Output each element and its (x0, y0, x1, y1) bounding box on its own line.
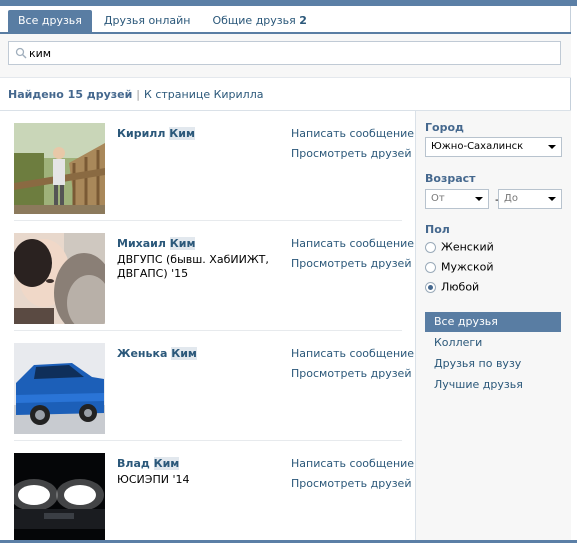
write-message-link[interactable]: Написать сообщение (291, 127, 414, 140)
last-name: Ким (169, 127, 195, 140)
friend-name[interactable]: Кирилл Ким (117, 127, 195, 140)
sex-option-female[interactable]: Женский (425, 240, 494, 254)
view-friends-link[interactable]: Просмотреть друзей (291, 147, 411, 160)
avatar[interactable] (14, 233, 105, 324)
first-name: Женька (117, 347, 168, 360)
first-name: Михаил (117, 237, 166, 250)
sex-option-label: Женский (441, 240, 494, 254)
write-message-link[interactable]: Написать сообщение (291, 347, 414, 360)
last-name: Ким (169, 237, 196, 250)
tab-mutual-friends[interactable]: Общие друзья 2 (202, 10, 316, 32)
search-input[interactable] (29, 44, 549, 62)
avatar[interactable] (14, 343, 105, 434)
tab-mutual-label: Общие друзья (212, 14, 296, 27)
view-friends-link[interactable]: Просмотреть друзей (291, 257, 411, 270)
age-label: Возраст (425, 172, 476, 185)
avatar[interactable] (14, 453, 105, 543)
age-from-select[interactable]: От (425, 189, 489, 209)
radio-button-selected[interactable] (425, 281, 436, 293)
tab-mutual-count: 2 (299, 14, 307, 27)
write-message-link[interactable]: Написать сообщение (291, 457, 414, 470)
chevron-down-icon (548, 197, 556, 201)
tab-all-friends[interactable]: Все друзья (8, 10, 92, 32)
city-select[interactable]: Южно-Сахалинск (425, 137, 562, 157)
chevron-down-icon (548, 145, 556, 149)
sex-option-male[interactable]: Мужской (425, 260, 493, 274)
radio-button[interactable] (425, 241, 436, 253)
sex-label: Пол (425, 223, 450, 236)
last-name: Ким (171, 347, 197, 360)
menu-all-friends[interactable]: Все друзья (425, 312, 561, 332)
sex-option-label: Любой (441, 280, 480, 294)
education-info: ДВГУПС (бывш. ХабИИЖТ, ДВГАПС) '15 (117, 253, 269, 280)
chevron-down-icon (475, 197, 483, 201)
friend-name[interactable]: Влад Ким (117, 457, 180, 470)
age-from-value: От (431, 193, 445, 204)
avatar[interactable] (14, 123, 105, 214)
view-friends-link[interactable]: Просмотреть друзей (291, 367, 411, 380)
city-value: Южно-Сахалинск (431, 141, 524, 152)
search-area (0, 34, 571, 78)
age-to-select[interactable]: До (498, 189, 562, 209)
friend-name[interactable]: Женька Ким (117, 347, 197, 360)
list-item: Влад Ким ЮСИЭПИ '14 Написать сообщение П… (14, 441, 414, 543)
tab-friends-online[interactable]: Друзья онлайн (94, 10, 201, 32)
view-friends-link[interactable]: Просмотреть друзей (291, 477, 411, 490)
filters-sidebar: Город Южно-Сахалинск Возраст От - До Пол… (415, 111, 571, 543)
list-item: Михаил Ким ДВГУПС (бывш. ХабИИЖТ, ДВГАПС… (14, 221, 414, 331)
age-to-value: До (504, 193, 518, 204)
tab-bar: Все друзья Друзья онлайн Общие друзья 2 (8, 10, 319, 34)
search-box[interactable] (8, 41, 561, 65)
results-summary: Найдено 15 друзей | К странице Кирилла (8, 88, 264, 102)
menu-colleagues[interactable]: Коллеги (425, 333, 561, 353)
first-name: Кирилл (117, 127, 166, 140)
list-item: Кирилл Ким Написать сообщение Просмотрет… (14, 111, 414, 221)
summary-separator: | (136, 88, 141, 101)
results-count: Найдено 15 друзей (8, 88, 133, 101)
friend-name[interactable]: Михаил Ким (117, 237, 196, 250)
search-icon (15, 47, 27, 59)
city-label: Город (425, 121, 464, 134)
sex-option-label: Мужской (441, 260, 494, 274)
first-name: Влад (117, 457, 150, 470)
to-kirill-page-link[interactable]: К странице Кирилла (144, 88, 263, 101)
menu-university-friends[interactable]: Друзья по вузу (425, 354, 561, 374)
write-message-link[interactable]: Написать сообщение (291, 237, 414, 250)
list-item: Женька Ким Написать сообщение Просмотрет… (14, 331, 414, 441)
sex-option-any[interactable]: Любой (425, 280, 479, 294)
last-name: Ким (153, 457, 180, 470)
radio-button[interactable] (425, 261, 436, 273)
menu-best-friends[interactable]: Лучшие друзья (425, 375, 561, 395)
friends-list: Кирилл Ким Написать сообщение Просмотрет… (0, 111, 415, 543)
education-info: ЮСИЭПИ '14 (117, 473, 190, 486)
